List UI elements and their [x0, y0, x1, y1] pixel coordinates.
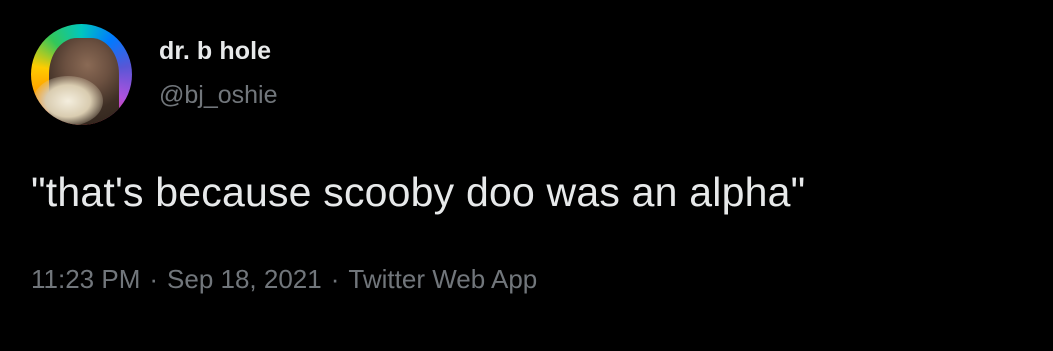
author-handle[interactable]: @bj_oshie: [159, 80, 278, 110]
tweet-time[interactable]: 11:23 PM: [31, 264, 140, 294]
author-info: dr. b hole @bj_oshie: [159, 36, 278, 110]
author-display-name[interactable]: dr. b hole: [159, 36, 278, 66]
tweet-card: dr. b hole @bj_oshie "that's because sco…: [0, 0, 1053, 351]
meta-separator-2: ·: [330, 264, 340, 294]
avatar-highlight: [33, 76, 103, 125]
tweet-source[interactable]: Twitter Web App: [348, 264, 537, 294]
tweet-date[interactable]: Sep 18, 2021: [167, 264, 322, 294]
avatar[interactable]: [31, 24, 132, 125]
tweet-metadata: 11:23 PM · Sep 18, 2021 · Twitter Web App: [31, 259, 537, 299]
meta-separator: ·: [149, 264, 159, 294]
tweet-text: "that's because scooby doo was an alpha": [31, 169, 806, 215]
